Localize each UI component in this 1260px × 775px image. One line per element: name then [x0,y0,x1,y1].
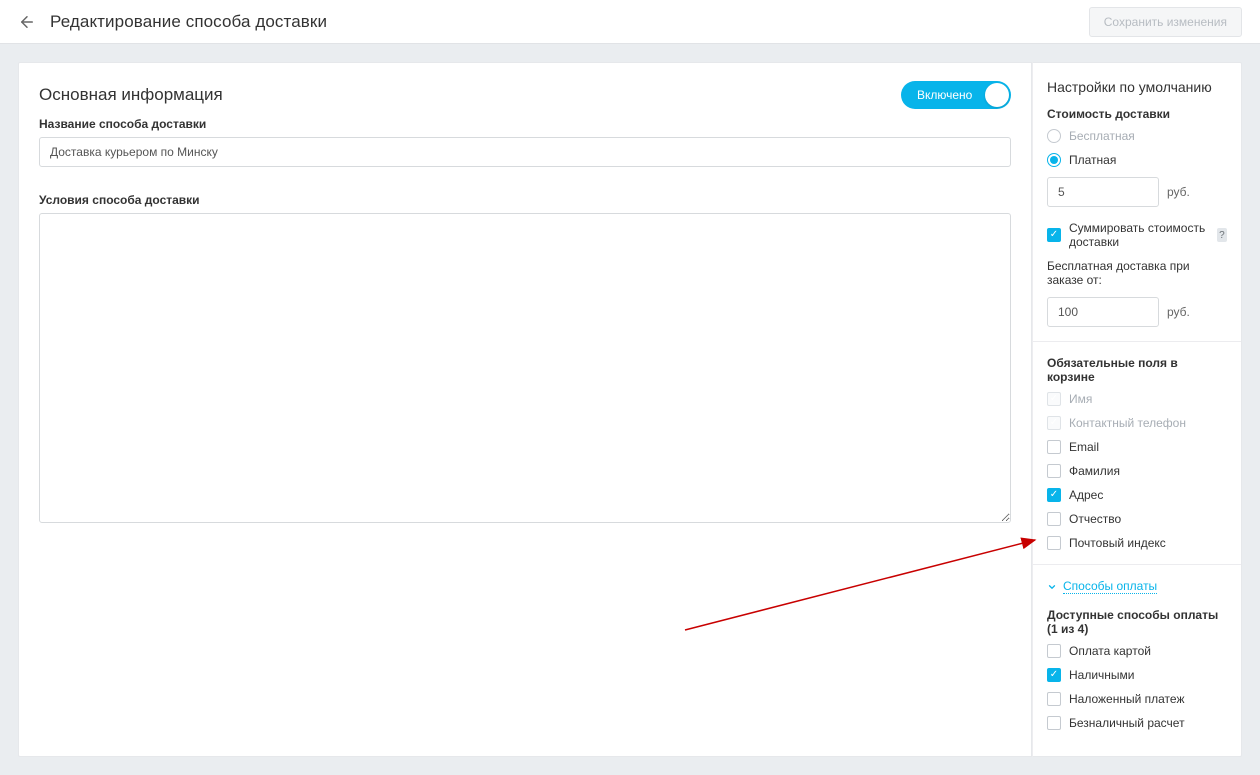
name-label: Название способа доставки [39,117,1011,131]
checkbox-icon [1047,536,1061,550]
required-field-label: Email [1069,440,1099,454]
sidebar-title: Настройки по умолчанию [1047,79,1227,95]
required-field-checkbox: Контактный телефон [1047,416,1227,430]
price-input[interactable] [1047,177,1159,207]
chevron-down-icon [1047,582,1057,592]
required-field-checkbox[interactable]: Email [1047,440,1227,454]
radio-free[interactable]: Бесплатная [1047,129,1227,143]
content: Основная информация Включено Название сп… [0,44,1260,775]
section-title: Основная информация [39,85,223,105]
checkbox-icon [1047,464,1061,478]
checkbox-icon [1047,644,1061,658]
back-button[interactable] [18,13,36,31]
arrow-left-icon [18,13,36,31]
payment-method-checkbox[interactable]: Наложенный платеж [1047,692,1227,706]
sum-cost-checkbox[interactable]: Суммировать стоимость доставки ? [1047,221,1227,249]
required-field-checkbox: Имя [1047,392,1227,406]
payment-method-checkbox[interactable]: Безналичный расчет [1047,716,1227,730]
payment-method-label: Наличными [1069,668,1135,682]
radio-paid-label: Платная [1069,153,1116,167]
required-field-label: Имя [1069,392,1092,406]
topbar: Редактирование способа доставки Сохранит… [0,0,1260,44]
required-field-label: Отчество [1069,512,1121,526]
required-field-label: Фамилия [1069,464,1120,478]
required-field-checkbox[interactable]: Почтовый индекс [1047,536,1227,550]
currency-unit: руб. [1167,185,1190,199]
payment-methods-expand[interactable]: Способы оплаты [1047,579,1227,594]
checkbox-icon [1047,668,1061,682]
required-fields-label: Обязательные поля в корзине [1047,356,1227,384]
payment-method-label: Оплата картой [1069,644,1151,658]
payment-method-label: Наложенный платеж [1069,692,1184,706]
radio-paid[interactable]: Платная [1047,153,1227,167]
name-input[interactable] [39,137,1011,167]
required-field-label: Адрес [1069,488,1103,502]
checkbox-icon [1047,392,1061,406]
required-field-checkbox[interactable]: Фамилия [1047,464,1227,478]
checkbox-icon [1047,716,1061,730]
free-from-label: Бесплатная доставка при заказе от: [1047,259,1227,287]
side-panel: Настройки по умолчанию Стоимость доставк… [1032,62,1242,757]
required-field-checkbox[interactable]: Отчество [1047,512,1227,526]
payment-method-checkbox[interactable]: Оплата картой [1047,644,1227,658]
required-field-label: Контактный телефон [1069,416,1186,430]
payment-link-label: Способы оплаты [1063,579,1157,594]
checkbox-icon [1047,512,1061,526]
checkbox-icon [1047,488,1061,502]
checkbox-icon [1047,416,1061,430]
conditions-label: Условия способа доставки [39,193,1011,207]
radio-icon [1047,129,1061,143]
conditions-textarea[interactable] [39,213,1011,523]
free-from-input[interactable] [1047,297,1159,327]
payment-method-label: Безналичный расчет [1069,716,1185,730]
radio-free-label: Бесплатная [1069,129,1135,143]
required-field-label: Почтовый индекс [1069,536,1166,550]
currency-unit-2: руб. [1167,305,1190,319]
radio-icon [1047,153,1061,167]
available-payment-label: Доступные способы оплаты (1 из 4) [1047,608,1227,636]
payment-method-checkbox[interactable]: Наличными [1047,668,1227,682]
save-button[interactable]: Сохранить изменения [1089,7,1242,37]
page-title: Редактирование способа доставки [50,12,327,32]
sum-cost-label: Суммировать стоимость доставки [1069,221,1207,249]
cost-section-label: Стоимость доставки [1047,107,1227,121]
enabled-toggle[interactable]: Включено [901,81,1011,109]
toggle-knob [985,83,1009,107]
checkbox-icon [1047,440,1061,454]
required-field-checkbox[interactable]: Адрес [1047,488,1227,502]
checkbox-icon [1047,692,1061,706]
main-panel: Основная информация Включено Название сп… [18,62,1032,757]
help-icon[interactable]: ? [1217,228,1227,242]
checkbox-icon [1047,228,1061,242]
toggle-label: Включено [917,88,972,102]
